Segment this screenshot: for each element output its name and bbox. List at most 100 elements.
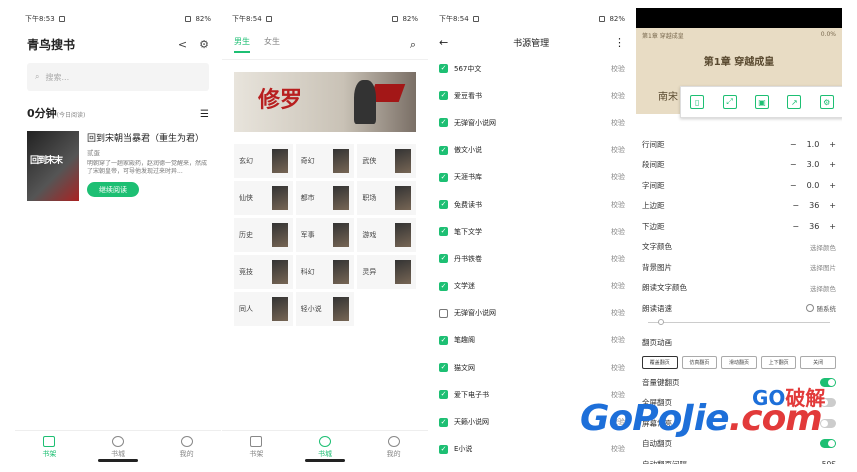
source-row[interactable]: ✓ 567中文 校验 [439, 55, 625, 82]
flip-option[interactable]: 覆盖翻页 [642, 356, 678, 369]
plus-button[interactable]: + [829, 222, 836, 231]
flip-option[interactable]: 滑动翻页 [721, 356, 757, 369]
minus-button[interactable]: − [790, 140, 797, 149]
flip-option[interactable]: 关闭 [800, 356, 836, 369]
source-row[interactable]: ✓ 天涯书库 校验 [439, 164, 625, 191]
color-setting[interactable]: 文字颜色 选择颜色 [642, 237, 836, 258]
nav-store[interactable]: 书城 [318, 436, 332, 459]
source-row[interactable]: ✓ 爱豆看书 校验 [439, 82, 625, 109]
featured-banner[interactable]: 修罗 [234, 72, 416, 132]
nav-bookshelf[interactable]: 书架 [249, 436, 263, 459]
tab-male[interactable]: 男生 [234, 36, 250, 53]
category-item[interactable]: 玄幻 [234, 144, 293, 178]
minus-button[interactable]: − [790, 181, 797, 190]
source-checkbox[interactable]: ✓ [439, 390, 448, 400]
minus-button[interactable]: − [790, 160, 797, 169]
more-icon[interactable]: ⋮ [614, 36, 625, 49]
source-row[interactable]: ✓ 笔趣阁 校验 [439, 327, 625, 354]
verify-button[interactable]: 校验 [611, 118, 625, 128]
category-item[interactable]: 仙侠 [234, 181, 293, 215]
category-item[interactable]: 奇幻 [295, 144, 355, 178]
save-icon[interactable]: ▣ [754, 95, 769, 109]
back-arrow-icon[interactable]: ← [439, 36, 448, 49]
category-item[interactable]: 职场 [357, 181, 416, 215]
verify-button[interactable]: 校验 [611, 281, 625, 291]
source-row[interactable]: ✓ 免费读书 校验 [439, 191, 625, 218]
category-item[interactable]: 同人 [234, 292, 293, 326]
minus-button[interactable]: − [792, 201, 799, 210]
category-item[interactable]: 都市 [295, 181, 355, 215]
source-checkbox[interactable]: ✓ [439, 417, 448, 427]
source-row[interactable]: ✓ 傲文小说 校验 [439, 137, 625, 164]
source-checkbox[interactable]: ✓ [439, 145, 448, 155]
nav-store[interactable]: 书城 [111, 436, 125, 459]
expand-icon[interactable]: ⤢ [722, 95, 737, 109]
source-checkbox[interactable]: ✓ [439, 281, 448, 291]
source-checkbox[interactable]: ✓ [439, 91, 448, 101]
verify-button[interactable]: 校验 [611, 227, 625, 237]
category-item[interactable]: 科幻 [295, 255, 355, 289]
verify-button[interactable]: 校验 [611, 363, 625, 373]
list-icon[interactable]: ☰ [200, 109, 209, 120]
source-row[interactable]: ✓ 猫文网 校验 [439, 354, 625, 381]
source-row[interactable]: ✓ 文学迷 校验 [439, 273, 625, 300]
color-setting[interactable]: 朗读文字颜色 选择颜色 [642, 278, 836, 299]
category-item[interactable]: 游戏 [357, 218, 416, 252]
continue-reading-button[interactable]: 继续阅读 [87, 182, 139, 197]
minus-button[interactable]: − [792, 222, 799, 231]
plus-button[interactable]: + [829, 160, 836, 169]
source-checkbox[interactable]: ✓ [439, 335, 448, 345]
verify-button[interactable]: 校验 [611, 335, 625, 345]
category-item[interactable]: 轻小说 [295, 292, 355, 326]
share-icon[interactable]: < [178, 38, 187, 51]
nav-profile[interactable]: 我的 [387, 436, 401, 459]
category-item[interactable]: 竞技 [234, 255, 293, 289]
source-checkbox[interactable] [439, 308, 448, 318]
share-icon[interactable]: ↗ [787, 95, 802, 109]
source-checkbox[interactable]: ✓ [439, 118, 448, 128]
verify-button[interactable]: 校验 [611, 64, 625, 74]
source-checkbox[interactable]: ✓ [439, 172, 448, 182]
verify-button[interactable]: 校验 [611, 91, 625, 101]
home-indicator[interactable] [98, 459, 138, 462]
source-row[interactable]: ✓ 丹书铁卷 校验 [439, 245, 625, 272]
source-checkbox[interactable]: ✓ [439, 363, 448, 373]
category-item[interactable]: 灵异 [357, 255, 416, 289]
home-indicator[interactable] [305, 459, 345, 462]
source-row[interactable]: ✓ 笔下文学 校验 [439, 218, 625, 245]
source-checkbox[interactable]: ✓ [439, 200, 448, 210]
source-checkbox[interactable]: ✓ [439, 444, 448, 454]
verify-button[interactable]: 校验 [611, 172, 625, 182]
verify-button[interactable]: 校验 [611, 308, 625, 318]
tab-female[interactable]: 女生 [264, 36, 280, 53]
category-item[interactable]: 历史 [234, 218, 293, 252]
speed-slider[interactable] [642, 318, 836, 327]
verify-button[interactable]: 校验 [611, 200, 625, 210]
verify-button[interactable]: 校验 [611, 145, 625, 155]
plus-button[interactable]: + [829, 201, 836, 210]
nav-bookshelf[interactable]: 书架 [42, 436, 56, 459]
gear-icon[interactable]: ⚙ [199, 38, 209, 51]
book-cover[interactable]: 回到宋末 [27, 131, 79, 201]
source-checkbox[interactable]: ✓ [439, 227, 448, 237]
category-item[interactable]: 军事 [295, 218, 355, 252]
category-item[interactable]: 武侠 [357, 144, 416, 178]
source-checkbox[interactable]: ✓ [439, 254, 448, 264]
search-icon[interactable]: ⌕ [410, 38, 416, 52]
book-card[interactable]: 回到宋末 回到宋朝当暴君（重生为君） 贰蛋 明朝穿了一趟家殿药，赵润德一觉醒来，… [15, 127, 221, 205]
notification-icon [472, 16, 479, 22]
nav-profile[interactable]: 我的 [180, 436, 194, 459]
settings-icon[interactable]: ⚙ [819, 95, 834, 109]
color-setting[interactable]: 背景图片 选择图片 [642, 257, 836, 278]
source-row[interactable]: ✓ 无弹窗小说网 校验 [439, 109, 625, 136]
search-input[interactable]: ⌕ 搜索... [27, 63, 209, 91]
follow-system-check[interactable]: 随系统 [805, 303, 836, 313]
source-checkbox[interactable]: ✓ [439, 64, 448, 74]
plus-button[interactable]: + [829, 140, 836, 149]
flip-option[interactable]: 仿真翻页 [681, 356, 718, 369]
book-icon[interactable]: ▯ [690, 95, 705, 109]
verify-button[interactable]: 校验 [611, 254, 625, 264]
source-row[interactable]: 无弹窗小说网 校验 [439, 300, 625, 327]
flip-option[interactable]: 上下翻页 [760, 356, 797, 369]
plus-button[interactable]: + [829, 181, 836, 190]
